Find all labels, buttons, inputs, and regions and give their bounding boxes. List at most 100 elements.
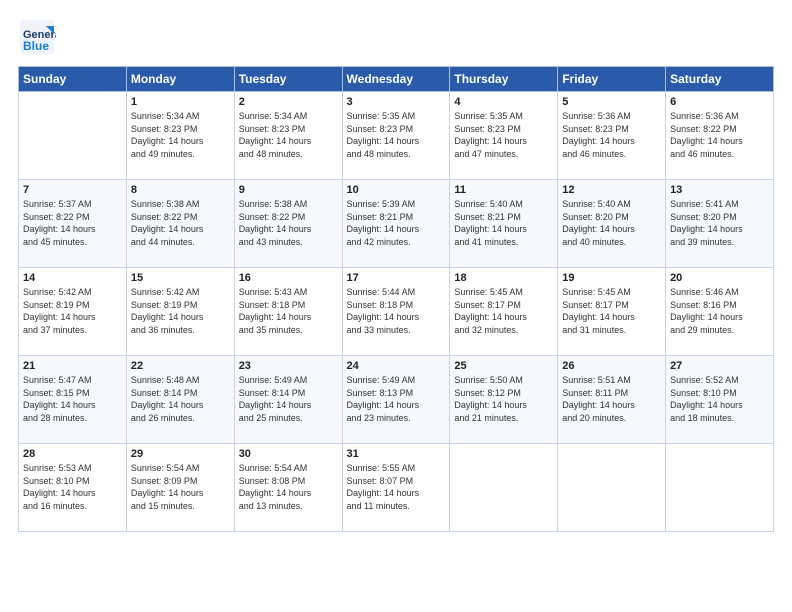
- weekday-header-monday: Monday: [126, 67, 234, 92]
- day-info: Sunrise: 5:48 AMSunset: 8:14 PMDaylight:…: [131, 374, 230, 424]
- day-number: 16: [239, 272, 338, 284]
- day-number: 2: [239, 96, 338, 108]
- weekday-header-thursday: Thursday: [450, 67, 558, 92]
- day-number: 14: [23, 272, 122, 284]
- day-info: Sunrise: 5:47 AMSunset: 8:15 PMDaylight:…: [23, 374, 122, 424]
- day-info: Sunrise: 5:49 AMSunset: 8:14 PMDaylight:…: [239, 374, 338, 424]
- day-info: Sunrise: 5:36 AMSunset: 8:22 PMDaylight:…: [670, 110, 769, 160]
- day-number: 8: [131, 184, 230, 196]
- day-cell: 20 Sunrise: 5:46 AMSunset: 8:16 PMDayligh…: [666, 268, 774, 356]
- day-number: 29: [131, 448, 230, 460]
- day-cell: 6 Sunrise: 5:36 AMSunset: 8:22 PMDaylight…: [666, 92, 774, 180]
- day-number: 6: [670, 96, 769, 108]
- day-cell: [450, 444, 558, 532]
- day-number: 19: [562, 272, 661, 284]
- svg-text:Blue: Blue: [23, 39, 49, 53]
- day-cell: 24 Sunrise: 5:49 AMSunset: 8:13 PMDayligh…: [342, 356, 450, 444]
- day-cell: 5Sunrise: 5:36 AMSunset: 8:23 PMDaylight…: [558, 92, 666, 180]
- day-cell: 26 Sunrise: 5:51 AMSunset: 8:11 PMDayligh…: [558, 356, 666, 444]
- week-row-1: 1 Sunrise: 5:34 AMSunset: 8:23 PMDaylight…: [19, 92, 774, 180]
- weekday-header-friday: Friday: [558, 67, 666, 92]
- day-number: 30: [239, 448, 338, 460]
- week-row-2: 7Sunrise: 5:37 AMSunset: 8:22 PMDaylight…: [19, 180, 774, 268]
- week-row-4: 21Sunrise: 5:47 AMSunset: 8:15 PMDayligh…: [19, 356, 774, 444]
- day-cell: 22Sunrise: 5:48 AMSunset: 8:14 PMDayligh…: [126, 356, 234, 444]
- day-cell: 4 Sunrise: 5:35 AMSunset: 8:23 PMDaylight…: [450, 92, 558, 180]
- day-cell: 8 Sunrise: 5:38 AMSunset: 8:22 PMDaylight…: [126, 180, 234, 268]
- day-number: 1: [131, 96, 230, 108]
- day-cell: 7Sunrise: 5:37 AMSunset: 8:22 PMDaylight…: [19, 180, 127, 268]
- day-cell: 9 Sunrise: 5:38 AMSunset: 8:22 PMDaylight…: [234, 180, 342, 268]
- day-number: 13: [670, 184, 769, 196]
- day-cell: 30Sunrise: 5:54 AMSunset: 8:08 PMDayligh…: [234, 444, 342, 532]
- day-number: 5: [562, 96, 661, 108]
- day-cell: 17 Sunrise: 5:44 AMSunset: 8:18 PMDayligh…: [342, 268, 450, 356]
- day-cell: 21Sunrise: 5:47 AMSunset: 8:15 PMDayligh…: [19, 356, 127, 444]
- day-number: 15: [131, 272, 230, 284]
- day-cell: 31 Sunrise: 5:55 AMSunset: 8:07 PMDayligh…: [342, 444, 450, 532]
- day-info: Sunrise: 5:55 AMSunset: 8:07 PMDaylight:…: [347, 462, 446, 512]
- day-number: 4: [454, 96, 553, 108]
- day-cell: 15 Sunrise: 5:42 AMSunset: 8:19 PMDayligh…: [126, 268, 234, 356]
- day-number: 7: [23, 184, 122, 196]
- weekday-header-saturday: Saturday: [666, 67, 774, 92]
- day-cell: 14 Sunrise: 5:42 AMSunset: 8:19 PMDayligh…: [19, 268, 127, 356]
- day-number: 18: [454, 272, 553, 284]
- day-info: Sunrise: 5:46 AMSunset: 8:16 PMDaylight:…: [670, 286, 769, 336]
- day-number: 10: [347, 184, 446, 196]
- day-info: Sunrise: 5:38 AMSunset: 8:22 PMDaylight:…: [239, 198, 338, 248]
- day-info: Sunrise: 5:34 AMSunset: 8:23 PMDaylight:…: [131, 110, 230, 160]
- day-info: Sunrise: 5:39 AMSunset: 8:21 PMDaylight:…: [347, 198, 446, 248]
- day-info: Sunrise: 5:38 AMSunset: 8:22 PMDaylight:…: [131, 198, 230, 248]
- day-number: 23: [239, 360, 338, 372]
- calendar-table: SundayMondayTuesdayWednesdayThursdayFrid…: [18, 66, 774, 532]
- weekday-header-sunday: Sunday: [19, 67, 127, 92]
- day-number: 25: [454, 360, 553, 372]
- day-info: Sunrise: 5:42 AMSunset: 8:19 PMDaylight:…: [23, 286, 122, 336]
- day-cell: 2Sunrise: 5:34 AMSunset: 8:23 PMDaylight…: [234, 92, 342, 180]
- day-cell: 10 Sunrise: 5:39 AMSunset: 8:21 PMDayligh…: [342, 180, 450, 268]
- day-number: 12: [562, 184, 661, 196]
- day-number: 26: [562, 360, 661, 372]
- header: General Blue: [18, 18, 774, 56]
- logo-icon: General Blue: [18, 18, 56, 56]
- logo: General Blue: [18, 18, 56, 56]
- day-cell: [19, 92, 127, 180]
- day-cell: 29Sunrise: 5:54 AMSunset: 8:09 PMDayligh…: [126, 444, 234, 532]
- day-info: Sunrise: 5:45 AMSunset: 8:17 PMDaylight:…: [454, 286, 553, 336]
- calendar-container: General Blue SundayMondayTuesdayWednesda…: [0, 0, 792, 612]
- weekday-header-row: SundayMondayTuesdayWednesdayThursdayFrid…: [19, 67, 774, 92]
- week-row-3: 14 Sunrise: 5:42 AMSunset: 8:19 PMDayligh…: [19, 268, 774, 356]
- day-number: 31: [347, 448, 446, 460]
- day-info: Sunrise: 5:45 AMSunset: 8:17 PMDaylight:…: [562, 286, 661, 336]
- day-cell: 3Sunrise: 5:35 AMSunset: 8:23 PMDaylight…: [342, 92, 450, 180]
- day-info: Sunrise: 5:43 AMSunset: 8:18 PMDaylight:…: [239, 286, 338, 336]
- day-number: 17: [347, 272, 446, 284]
- day-cell: 25 Sunrise: 5:50 AMSunset: 8:12 PMDayligh…: [450, 356, 558, 444]
- day-info: Sunrise: 5:44 AMSunset: 8:18 PMDaylight:…: [347, 286, 446, 336]
- weekday-header-tuesday: Tuesday: [234, 67, 342, 92]
- day-cell: 19 Sunrise: 5:45 AMSunset: 8:17 PMDayligh…: [558, 268, 666, 356]
- day-info: Sunrise: 5:40 AMSunset: 8:20 PMDaylight:…: [562, 198, 661, 248]
- day-cell: 28Sunrise: 5:53 AMSunset: 8:10 PMDayligh…: [19, 444, 127, 532]
- day-info: Sunrise: 5:49 AMSunset: 8:13 PMDaylight:…: [347, 374, 446, 424]
- week-row-5: 28Sunrise: 5:53 AMSunset: 8:10 PMDayligh…: [19, 444, 774, 532]
- day-cell: 27 Sunrise: 5:52 AMSunset: 8:10 PMDayligh…: [666, 356, 774, 444]
- day-cell: [666, 444, 774, 532]
- day-info: Sunrise: 5:51 AMSunset: 8:11 PMDaylight:…: [562, 374, 661, 424]
- day-info: Sunrise: 5:53 AMSunset: 8:10 PMDaylight:…: [23, 462, 122, 512]
- day-info: Sunrise: 5:50 AMSunset: 8:12 PMDaylight:…: [454, 374, 553, 424]
- day-cell: [558, 444, 666, 532]
- day-info: Sunrise: 5:52 AMSunset: 8:10 PMDaylight:…: [670, 374, 769, 424]
- day-number: 27: [670, 360, 769, 372]
- day-number: 9: [239, 184, 338, 196]
- day-number: 3: [347, 96, 446, 108]
- day-info: Sunrise: 5:41 AMSunset: 8:20 PMDaylight:…: [670, 198, 769, 248]
- day-cell: 13 Sunrise: 5:41 AMSunset: 8:20 PMDayligh…: [666, 180, 774, 268]
- day-number: 20: [670, 272, 769, 284]
- day-info: Sunrise: 5:42 AMSunset: 8:19 PMDaylight:…: [131, 286, 230, 336]
- day-info: Sunrise: 5:35 AMSunset: 8:23 PMDaylight:…: [454, 110, 553, 160]
- day-number: 24: [347, 360, 446, 372]
- day-cell: 16 Sunrise: 5:43 AMSunset: 8:18 PMDayligh…: [234, 268, 342, 356]
- day-cell: 12 Sunrise: 5:40 AMSunset: 8:20 PMDayligh…: [558, 180, 666, 268]
